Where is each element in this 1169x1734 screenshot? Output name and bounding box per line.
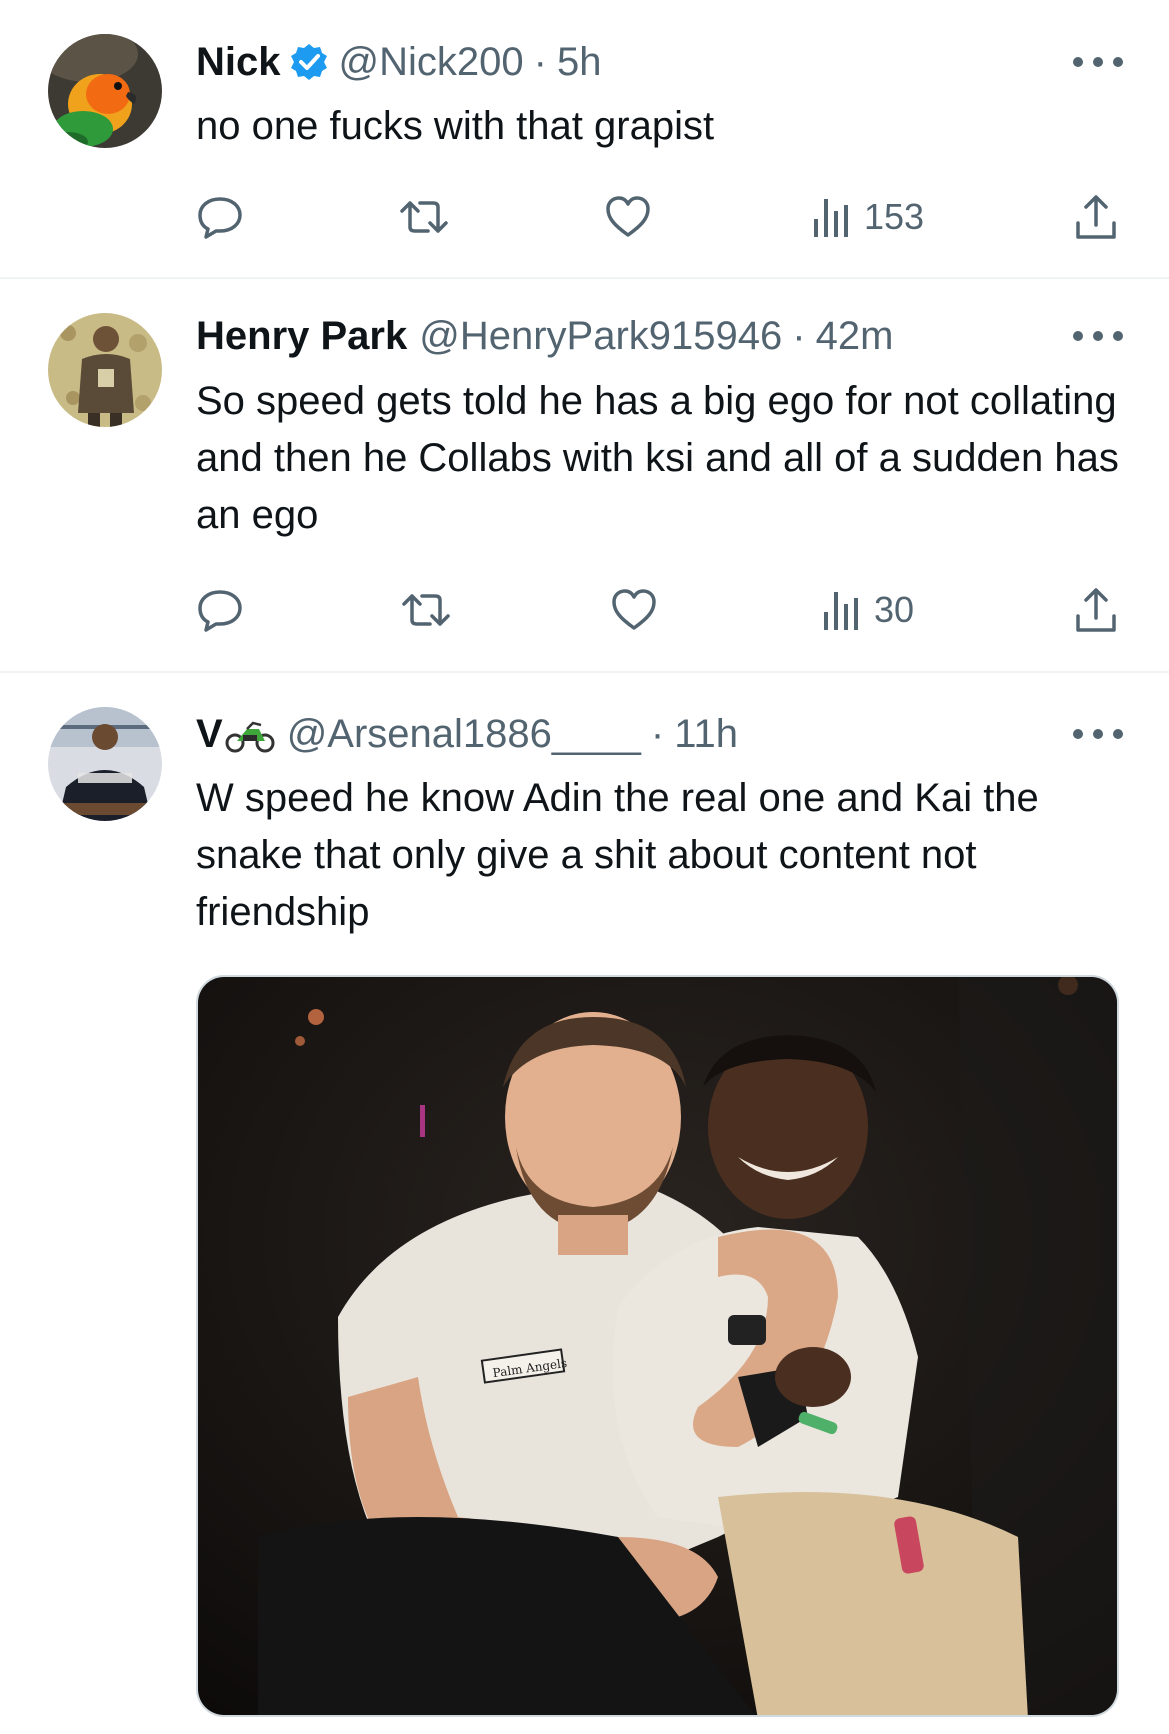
share-button[interactable] bbox=[1074, 580, 1118, 640]
retweet-icon bbox=[400, 201, 448, 233]
share-button[interactable] bbox=[1074, 187, 1118, 247]
timestamp[interactable]: 42m bbox=[816, 312, 894, 360]
display-name[interactable]: V bbox=[196, 710, 223, 758]
retweet-button[interactable] bbox=[398, 187, 450, 247]
tweet-header: V @Arsenal1886____ · 11h bbox=[196, 710, 1029, 758]
timestamp[interactable]: 11h bbox=[674, 710, 738, 758]
views-button[interactable]: 30 bbox=[822, 580, 914, 640]
separator-dot: · bbox=[533, 40, 547, 84]
like-button[interactable] bbox=[604, 187, 652, 247]
reply-icon bbox=[198, 197, 242, 239]
tweet-text: W speed he know Adin the real one and Ka… bbox=[196, 776, 1039, 934]
reply-button[interactable] bbox=[196, 580, 244, 640]
retweet-icon bbox=[402, 594, 450, 626]
views-icon bbox=[824, 592, 858, 630]
view-count: 30 bbox=[874, 589, 915, 630]
tweet-text: no one fucks with that grapist bbox=[196, 104, 715, 148]
avatar-v[interactable] bbox=[48, 707, 162, 821]
separator-dot: · bbox=[792, 314, 806, 358]
share-icon bbox=[1076, 195, 1116, 239]
heart-icon bbox=[612, 589, 656, 630]
tweet-text: So speed gets told he has a big ego for … bbox=[196, 379, 1119, 537]
timestamp[interactable]: 5h bbox=[557, 38, 602, 86]
reply-button[interactable] bbox=[196, 187, 244, 247]
display-name[interactable]: Henry Park bbox=[196, 312, 407, 360]
share-icon bbox=[1076, 588, 1116, 632]
separator-dot: · bbox=[650, 712, 665, 756]
tweet-header: Nick @Nick200 · 5h bbox=[196, 38, 1029, 86]
heart-icon bbox=[606, 196, 650, 237]
tweet-header: Henry Park @HenryPark915946 · 42m bbox=[196, 312, 1029, 360]
motorcycle-emoji-icon bbox=[225, 716, 275, 753]
display-name[interactable]: Nick bbox=[196, 38, 281, 86]
view-count: 153 bbox=[864, 196, 925, 237]
reply-icon bbox=[198, 590, 242, 632]
handle[interactable]: @Arsenal1886____ bbox=[287, 710, 641, 758]
more-icon[interactable] bbox=[1073, 42, 1123, 82]
avatar-nick[interactable] bbox=[48, 34, 162, 148]
more-icon[interactable] bbox=[1073, 316, 1123, 356]
views-icon bbox=[814, 199, 848, 237]
reply-feed: Nick @Nick200 · 5h no one fucks with tha… bbox=[0, 0, 1169, 1734]
views-button[interactable]: 153 bbox=[812, 187, 924, 247]
tweet-2[interactable]: Henry Park @HenryPark915946 · 42m So spe… bbox=[0, 279, 1169, 672]
retweet-button[interactable] bbox=[400, 580, 452, 640]
tweet-photo[interactable]: Palm Angels bbox=[196, 975, 1119, 1717]
tweet-1[interactable]: Nick @Nick200 · 5h no one fucks with tha… bbox=[0, 0, 1169, 278]
verified-badge-icon bbox=[289, 42, 329, 82]
avatar-henry-park[interactable] bbox=[48, 313, 162, 427]
action-bar: 30 bbox=[0, 580, 1169, 640]
handle[interactable]: @HenryPark915946 bbox=[419, 312, 782, 360]
like-button[interactable] bbox=[610, 580, 658, 640]
action-bar: 153 bbox=[0, 187, 1169, 247]
handle[interactable]: @Nick200 bbox=[339, 38, 524, 86]
more-icon[interactable] bbox=[1073, 714, 1123, 754]
